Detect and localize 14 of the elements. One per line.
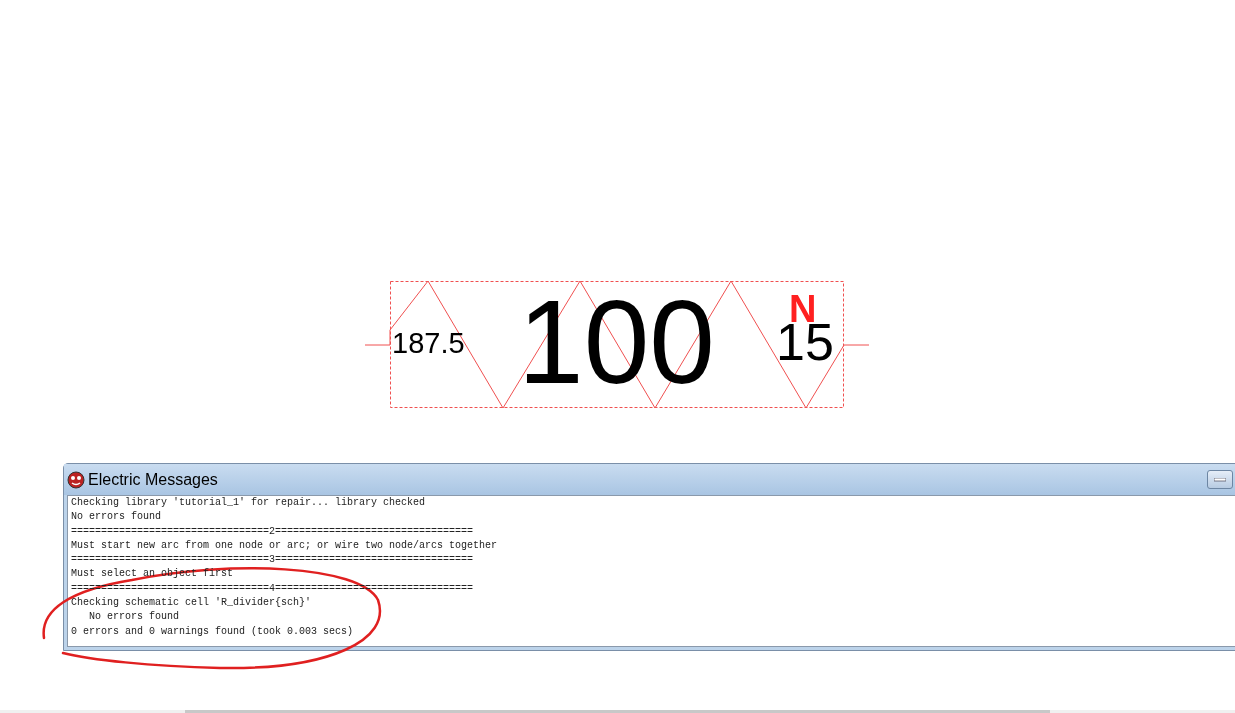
log-line: =================================2================================= [71,524,475,539]
log-line: Checking schematic cell 'R_divider{sch}' [71,596,313,611]
log-line: =================================3================================= [71,553,475,568]
minimize-icon [1214,477,1226,482]
minimize-button[interactable] [1207,470,1233,489]
log-line: Checking library 'tutorial_1' for repair... library checked [71,496,427,510]
log-line: No errors found [71,510,162,525]
log-line: No errors found [88,610,181,625]
scrollbar-thumb[interactable] [185,710,1050,713]
log-line: 0 errors and 0 warnings found (took 0.003 secs) [71,624,355,639]
window-title: Electric Messages [88,469,218,490]
log-line: Must start new arc from one node or arc; or wire two node/arcs together [71,538,499,553]
left-label: 187.5 [392,329,465,358]
app-face-icon [67,470,85,489]
